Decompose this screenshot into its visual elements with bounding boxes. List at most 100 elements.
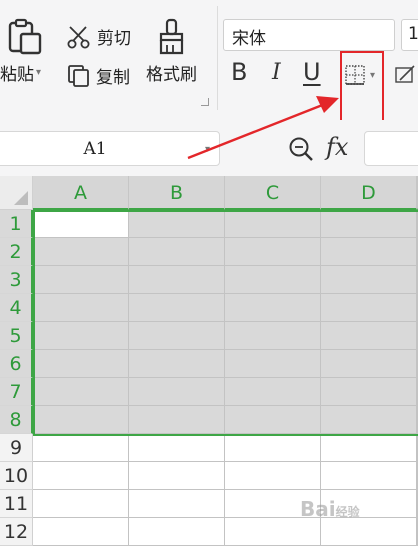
cell-c3[interactable] [225,266,321,294]
cell-b1[interactable] [129,210,225,238]
cell-b12[interactable] [129,518,225,546]
select-all-icon [14,191,28,205]
zoom-search-icon[interactable] [288,136,314,162]
insert-function-button[interactable]: fx [326,133,348,161]
watermark-text: Bai [300,497,336,521]
row-header-1[interactable]: 1 [0,210,33,238]
watermark-sub: 经验 [335,505,360,519]
cell-d9[interactable] [321,434,417,462]
row-header-7[interactable]: 7 [0,378,33,406]
row-header-4[interactable]: 4 [0,294,33,322]
cell-b4[interactable] [129,294,225,322]
cell-a2[interactable] [33,238,129,266]
brush-icon [155,18,189,56]
row-header-6[interactable]: 6 [0,350,33,378]
format-painter-label: 格式刷 [146,65,197,85]
cell-c1[interactable] [225,210,321,238]
cell-b3[interactable] [129,266,225,294]
cut-button[interactable]: 剪切 [66,24,131,49]
cell-c6[interactable] [225,350,321,378]
cell-a10[interactable] [33,462,129,490]
cell-c10[interactable] [225,462,321,490]
cell-c2[interactable] [225,238,321,266]
ribbon: 粘贴 ▾ 剪切 复制 格式刷 宋体 1 B I U ▾ [0,0,418,124]
cell-b7[interactable] [129,378,225,406]
italic-button[interactable]: I [272,60,281,85]
underline-button[interactable]: U [303,58,321,86]
row-header-11[interactable]: 11 [0,490,33,518]
cell-a3[interactable] [33,266,129,294]
paste-button[interactable]: 粘贴 ▾ [0,18,43,85]
cell-a6[interactable] [33,350,129,378]
cell-d2[interactable] [321,238,417,266]
cell-b8[interactable] [129,406,225,434]
cell-b5[interactable] [129,322,225,350]
cell-a12[interactable] [33,518,129,546]
font-size-value: 1 [408,24,418,44]
row-header-9[interactable]: 9 [0,434,33,462]
spreadsheet-grid: A B C D 1 2 3 4 5 6 7 8 9 10 11 12 [0,176,418,547]
row-header-2[interactable]: 2 [0,238,33,266]
cell-b11[interactable] [129,490,225,518]
cell-d12[interactable] [321,518,417,546]
watermark: Bai经验 [300,497,360,521]
column-header-a[interactable]: A [33,176,129,210]
chevron-down-icon[interactable]: ▾ [36,67,41,78]
row-header-3[interactable]: 3 [0,266,33,294]
select-all-button[interactable] [0,176,33,210]
cell-c5[interactable] [225,322,321,350]
column-header-b[interactable]: B [129,176,225,210]
cell-d3[interactable] [321,266,417,294]
formula-input[interactable] [364,131,418,166]
cell-d4[interactable] [321,294,417,322]
row-header-12[interactable]: 12 [0,518,33,546]
clipboard-icon [7,18,43,56]
cell-a7[interactable] [33,378,129,406]
cell-c9[interactable] [225,434,321,462]
cell-d7[interactable] [321,378,417,406]
cell-d10[interactable] [321,462,417,490]
cut-label: 剪切 [97,29,131,49]
chevron-down-icon[interactable]: ▾ [205,144,210,155]
cell-d6[interactable] [321,350,417,378]
cell-a4[interactable] [33,294,129,322]
bold-button[interactable]: B [231,58,247,86]
cell-a9[interactable] [33,434,129,462]
name-box[interactable]: A1 ▾ [0,131,220,166]
row-header-10[interactable]: 10 [0,462,33,490]
font-name-select[interactable]: 宋体 [223,19,395,51]
cell-reference: A1 [83,139,107,159]
cell-c8[interactable] [225,406,321,434]
ribbon-divider [217,6,218,110]
column-header-c[interactable]: C [225,176,321,210]
cell-b10[interactable] [129,462,225,490]
format-painter-button[interactable]: 格式刷 [146,18,197,85]
copy-button[interactable]: 复制 [67,63,130,88]
column-header-d[interactable]: D [321,176,417,210]
cell-c4[interactable] [225,294,321,322]
cell-a8[interactable] [33,406,129,434]
cell-b6[interactable] [129,350,225,378]
cell-d5[interactable] [321,322,417,350]
cell-c7[interactable] [225,378,321,406]
row-header-5[interactable]: 5 [0,322,33,350]
font-size-select[interactable]: 1 [401,19,418,51]
fill-color-button[interactable] [394,64,418,86]
cell-d1[interactable] [321,210,417,238]
font-name-value: 宋体 [232,29,266,49]
copy-icon [67,64,91,88]
scissors-icon [66,25,92,49]
cell-b9[interactable] [129,434,225,462]
cell-b2[interactable] [129,238,225,266]
group-launcher-icon[interactable] [201,98,209,106]
cell-a1[interactable] [33,210,129,238]
copy-label: 复制 [96,68,130,88]
highlight-box [340,51,384,124]
cell-a11[interactable] [33,490,129,518]
row-header-8[interactable]: 8 [0,406,33,434]
cell-d8[interactable] [321,406,417,434]
paint-icon [394,64,418,86]
cell-a5[interactable] [33,322,129,350]
paste-label: 粘贴 [0,65,34,85]
cell-c12[interactable] [225,518,321,546]
